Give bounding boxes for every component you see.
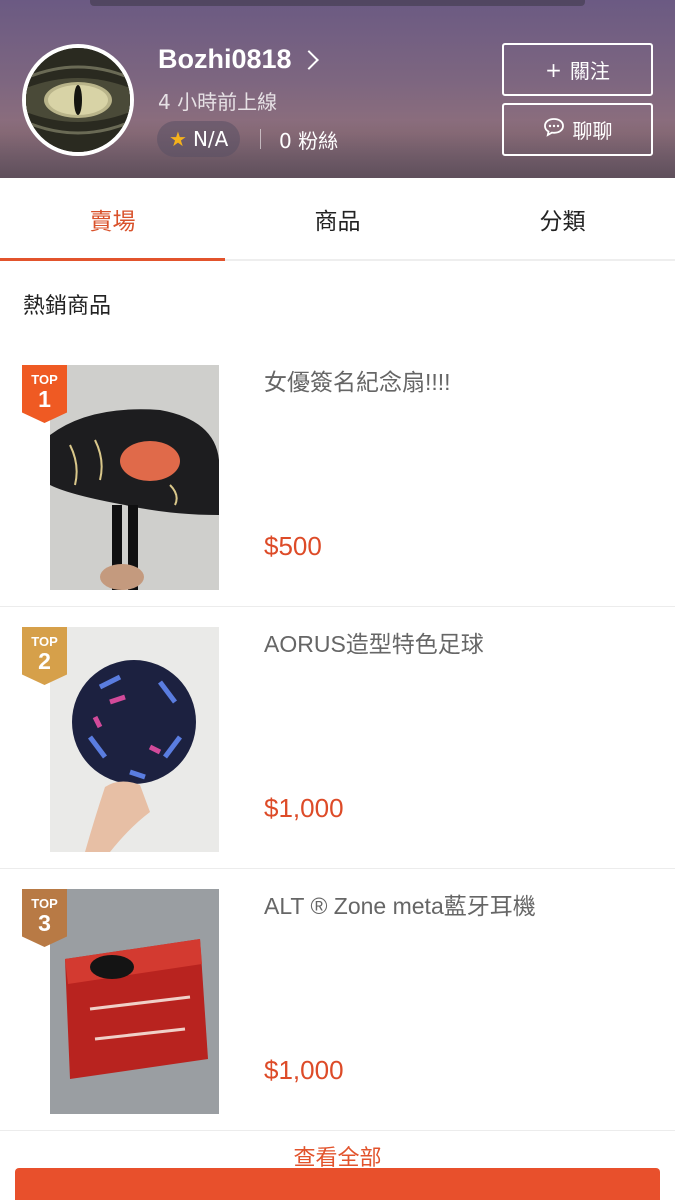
badge-label: TOP (31, 372, 58, 387)
star-icon: ★ (169, 127, 187, 151)
fans-count: 0 粉絲 (279, 129, 339, 153)
badge-rank: 1 (38, 386, 51, 412)
bottom-action-bar[interactable] (15, 1168, 660, 1200)
badge-rank: 2 (38, 648, 51, 674)
username-row[interactable]: Bozhi0818 (158, 44, 319, 75)
top-rank-badge: TOP 2 (22, 627, 67, 685)
fan-image (50, 365, 219, 590)
top-rank-badge: TOP 1 (22, 365, 67, 423)
chat-label: 聊聊 (572, 119, 613, 143)
product-image[interactable] (50, 627, 219, 852)
badge-label: TOP (31, 634, 58, 649)
chat-button[interactable]: 聊聊 (502, 103, 653, 156)
plus-icon: + (545, 57, 562, 82)
follow-label: 關注 (569, 59, 610, 83)
product-name[interactable]: AORUS造型特色足球 (264, 625, 484, 659)
tab-products[interactable]: 商品 (225, 178, 450, 259)
product-image[interactable] (50, 365, 219, 590)
product-item[interactable]: TOP 2 AORUS造型特色足球 $1,000 (0, 607, 675, 869)
product-price: $1,000 (264, 1055, 344, 1085)
product-name[interactable]: ALT ® Zone meta藍牙耳機 (264, 887, 536, 921)
product-price: $500 (264, 531, 322, 561)
status-strip (90, 0, 585, 6)
tab-bar: 賣場 商品 分類 (0, 178, 675, 261)
chevron-right-icon (298, 49, 319, 70)
follow-button[interactable]: + 關注 (502, 43, 653, 96)
product-image[interactable] (50, 889, 219, 1114)
product-price: $1,000 (264, 793, 344, 823)
username: Bozhi0818 (158, 44, 292, 74)
badge-rank: 3 (38, 910, 51, 936)
chat-bubble-icon (543, 117, 565, 142)
soccer-ball-image (50, 627, 219, 852)
eye-avatar-image (26, 48, 130, 152)
product-name[interactable]: 女優簽名紀念扇!!!! (264, 363, 451, 397)
divider (260, 129, 261, 149)
avatar[interactable] (22, 44, 134, 156)
product-item[interactable]: TOP 3 ALT ® Zone meta藍牙耳機 $1,000 (0, 869, 675, 1131)
top-rank-badge: TOP 3 (22, 889, 67, 947)
rating-value: N/A (192, 127, 229, 151)
earbuds-box-image (50, 889, 219, 1114)
see-all-link[interactable]: 查看全部 (0, 1140, 675, 1170)
section-title: 熱銷商品 (23, 294, 112, 319)
tab-categories[interactable]: 分類 (450, 178, 675, 259)
tab-shop[interactable]: 賣場 (0, 178, 225, 261)
last-online: 4 小時前上線 (158, 90, 278, 114)
badge-label: TOP (31, 896, 58, 911)
rating-badge: ★ N/A (157, 121, 241, 157)
product-item[interactable]: TOP 1 女優簽名紀念扇!!!! $500 (0, 345, 675, 607)
shop-header: Bozhi0818 4 小時前上線 ★ N/A 0 粉絲 + 關注 聊聊 (0, 0, 675, 178)
